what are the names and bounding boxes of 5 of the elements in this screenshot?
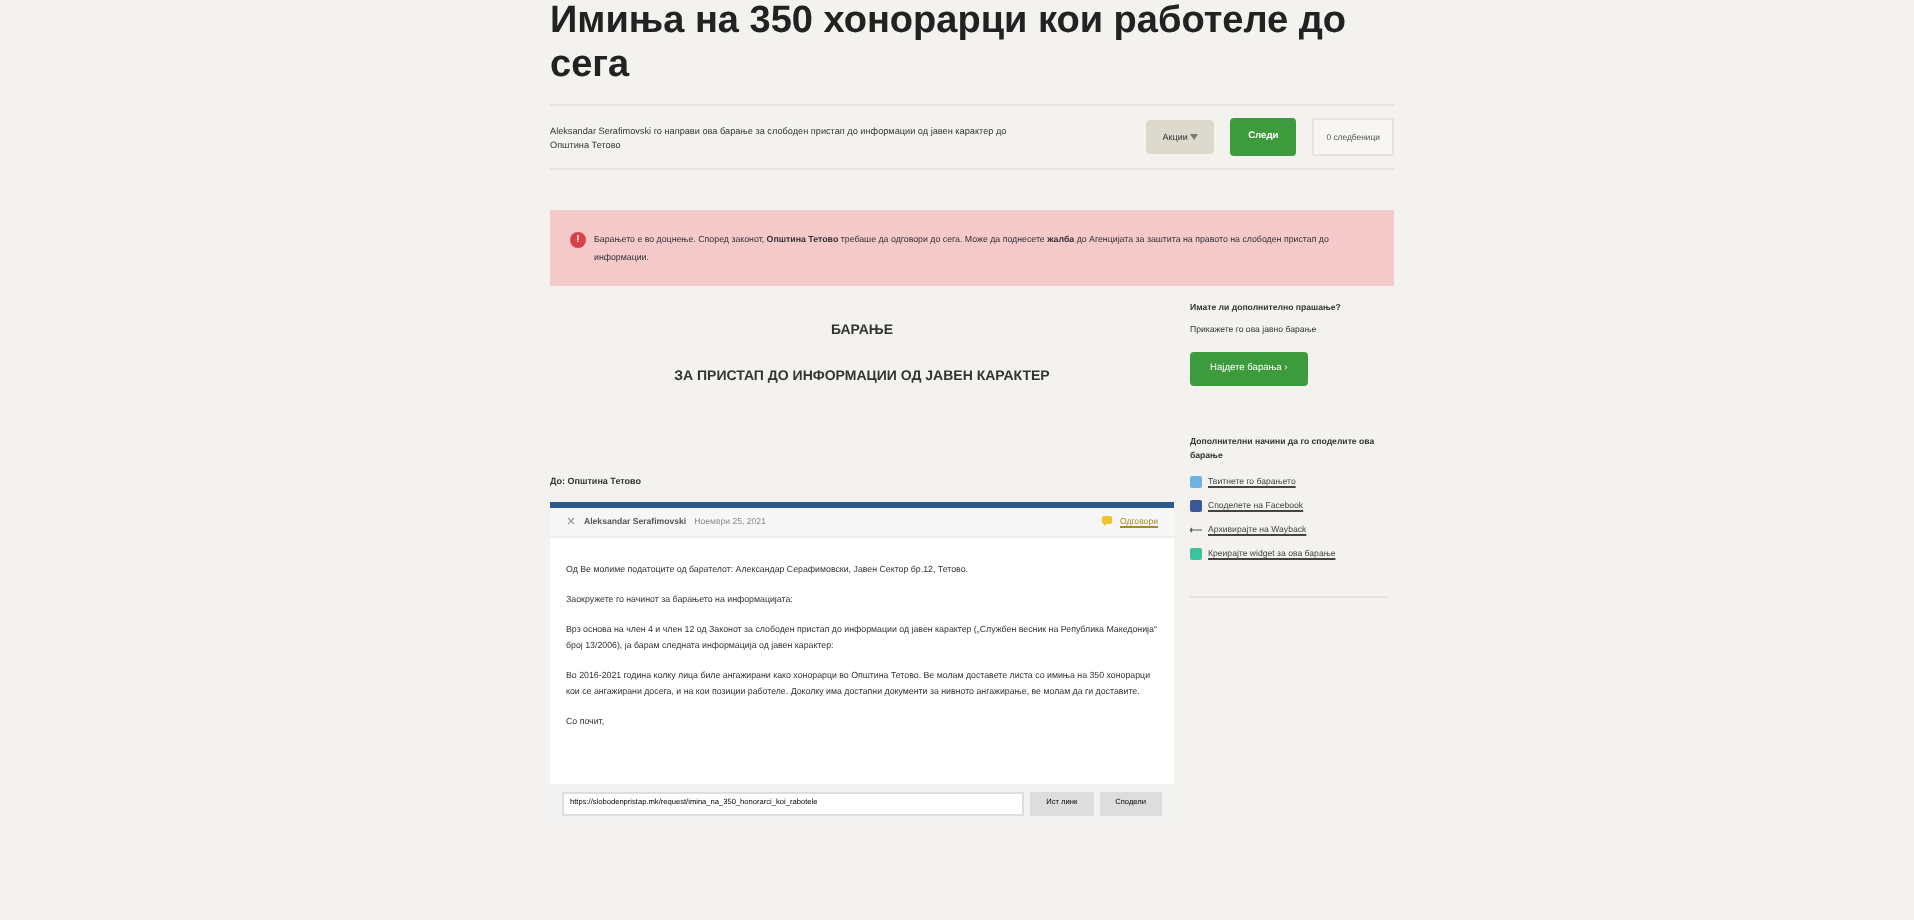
- collapse-icon[interactable]: [566, 516, 576, 527]
- page-title: Имиња на 350 хонорарци кои работеле до сега: [550, 0, 1349, 88]
- reply-icon: [1101, 516, 1112, 527]
- caret-icon: [1190, 134, 1199, 141]
- arrow-icon: [1190, 525, 1202, 533]
